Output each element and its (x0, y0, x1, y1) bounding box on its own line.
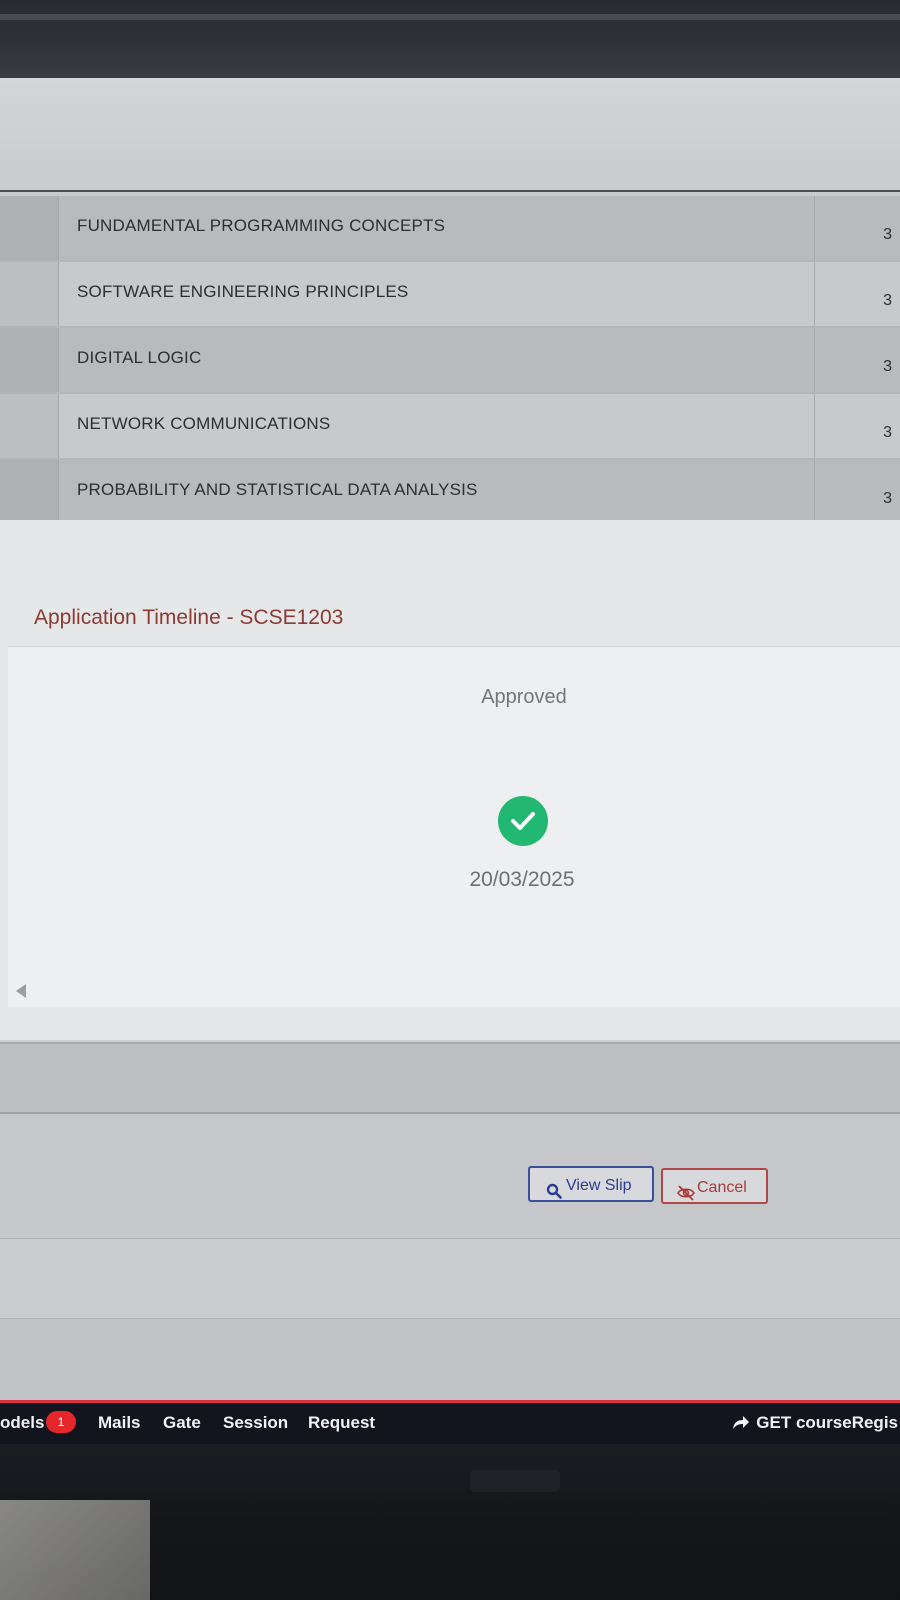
cancel-label: Cancel (697, 1179, 747, 1196)
course-credits: 3 (883, 226, 892, 243)
course-credits: 3 (883, 358, 892, 375)
taskbar-request-status[interactable]: GET courseRegis (732, 1413, 898, 1433)
table-row: FUNDAMENTAL PROGRAMMING CONCEPTS 3 (0, 196, 900, 262)
monitor-logo (470, 1470, 560, 1492)
monitor-bezel-bottom (0, 1444, 900, 1600)
page-footer-area (0, 1238, 900, 1319)
table-row: PROBABILITY AND STATISTICAL DATA ANALYSI… (0, 460, 900, 526)
eye-slash-icon (677, 1179, 695, 1215)
notification-badge: 1 (46, 1411, 76, 1433)
timeline-status-date: 20/03/2025 (469, 868, 575, 891)
view-slip-label: View Slip (566, 1177, 632, 1194)
course-table: FUNDAMENTAL PROGRAMMING CONCEPTS 3 SOFTW… (0, 196, 900, 526)
cancel-button[interactable]: Cancel (661, 1168, 768, 1204)
browser-viewport: FUNDAMENTAL PROGRAMMING CONCEPTS 3 SOFTW… (0, 78, 900, 1400)
scroll-left-icon[interactable] (16, 984, 26, 998)
monitor-bezel-top (0, 0, 900, 80)
taskbar-item-models[interactable]: odels (0, 1413, 44, 1433)
check-circle-icon (498, 796, 548, 846)
page-footer-area-lower (0, 1318, 900, 1400)
course-table-header (0, 78, 900, 198)
bottom-taskbar: odels 1 Mails Gate Session Request GET c… (0, 1400, 900, 1447)
search-icon (546, 1177, 562, 1213)
taskbar-item-mails[interactable]: Mails (98, 1413, 141, 1433)
view-slip-button[interactable]: View Slip (528, 1166, 654, 1202)
taskbar-item-gate[interactable]: Gate (163, 1413, 201, 1433)
course-name: FUNDAMENTAL PROGRAMMING CONCEPTS (77, 216, 446, 235)
course-credits: 3 (883, 292, 892, 309)
section-divider (0, 1042, 900, 1114)
course-name: SOFTWARE ENGINEERING PRINCIPLES (77, 282, 409, 301)
table-row: DIGITAL LOGIC 3 (0, 328, 900, 394)
share-arrow-icon (733, 1416, 750, 1429)
course-name: NETWORK COMMUNICATIONS (77, 414, 331, 433)
taskbar-item-request[interactable]: Request (308, 1413, 375, 1433)
timeline-title: Application Timeline - SCSE1203 (34, 606, 344, 629)
table-row: NETWORK COMMUNICATIONS 3 (0, 394, 900, 460)
table-row: SOFTWARE ENGINEERING PRINCIPLES 3 (0, 262, 900, 328)
course-name: PROBABILITY AND STATISTICAL DATA ANALYSI… (77, 480, 478, 499)
desk-paper (0, 1500, 150, 1600)
timeline-status-label: Approved (481, 686, 567, 708)
taskbar-item-session[interactable]: Session (223, 1413, 288, 1433)
course-credits: 3 (883, 490, 892, 507)
taskbar-request-label: GET courseRegis (756, 1413, 898, 1432)
course-credits: 3 (883, 424, 892, 441)
course-name: DIGITAL LOGIC (77, 348, 202, 367)
